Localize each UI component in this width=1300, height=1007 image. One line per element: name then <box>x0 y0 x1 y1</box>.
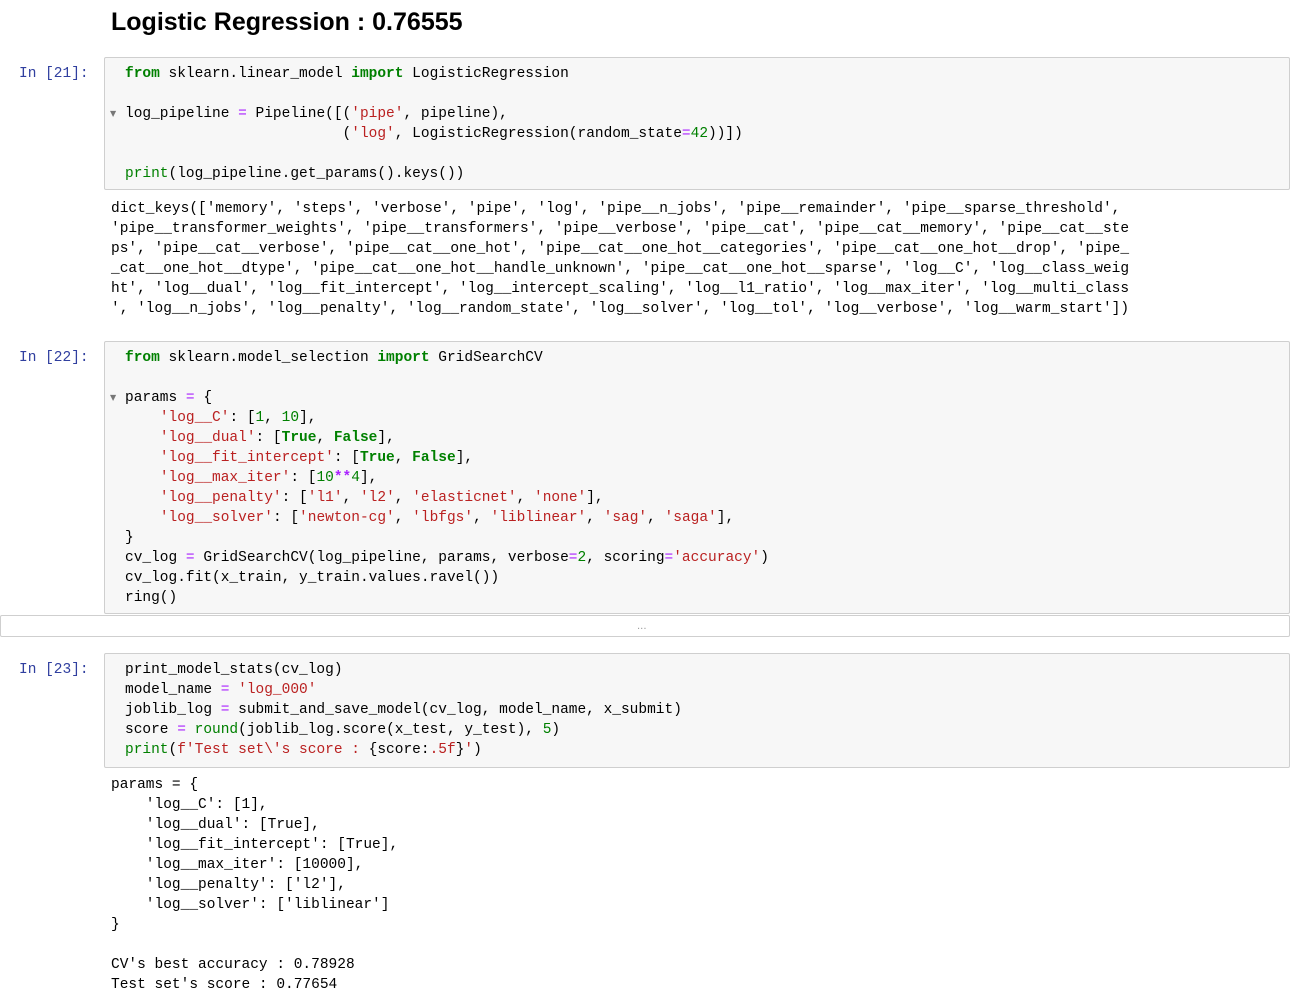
code-line: joblib_log = submit_and_save_model(cv_lo… <box>125 702 682 718</box>
code-line: ​ <box>125 84 1283 104</box>
code-line: print(f'Test set\'s score : {score:.5f}'… <box>125 742 482 758</box>
cell-output-23: params = { 'log__C': [1], 'log__dual': [… <box>111 775 1281 995</box>
output-line: 'log__dual': [True], <box>111 817 320 833</box>
code-line: cv_log = GridSearchCV(log_pipeline, para… <box>125 550 769 566</box>
code-line: 'log__C': [1, 10], <box>159 410 317 426</box>
output-line: params = { <box>111 777 199 793</box>
code-cell-23[interactable]: print_model_stats(cv_log) model_name = 'l… <box>104 653 1290 768</box>
code-line: 'log__max_iter': [10**4], <box>159 470 378 486</box>
code-line: 'log__penalty': ['l1', 'l2', 'elasticnet… <box>159 490 604 506</box>
output-line: CV's best accuracy : 0.78928 <box>111 957 355 973</box>
output-line: 'pipe__transformer_weights', 'pipe__tran… <box>111 221 1130 237</box>
code-line: print(log_pipeline.get_params().keys()) <box>125 166 465 182</box>
output-line: 'log__C': [1], <box>111 797 268 813</box>
output-line: ​ <box>111 935 1281 955</box>
code-cell-21[interactable]: ▼ from sklearn.linear_model import Logis… <box>104 57 1290 190</box>
collapsed-output-ellipsis[interactable]: ... <box>637 616 647 638</box>
code-line: ring() <box>125 590 178 606</box>
code-line: 'log__dual': [True, False], <box>159 430 395 446</box>
code-line: score = round(joblib_log.score(x_test, y… <box>125 722 561 738</box>
cell-prompt-21: In [21]: <box>19 66 89 82</box>
cell-prompt-22: In [22]: <box>19 350 89 366</box>
code-line: print_model_stats(cv_log) <box>125 662 343 678</box>
output-line: ', 'log__n_jobs', 'log__penalty', 'log__… <box>111 301 1130 317</box>
output-line: Test set's score : 0.77654 <box>111 977 338 993</box>
output-line: 'log__solver': ['liblinear'] <box>111 897 390 913</box>
output-line: 'log__max_iter': [10000], <box>111 857 364 873</box>
output-line: 'log__penalty': ['l2'], <box>111 877 346 893</box>
code-line: 'log__fit_intercept': [True, False], <box>159 450 474 466</box>
code-line: ​ <box>125 144 1283 164</box>
cell-output-21: dict_keys(['memory', 'steps', 'verbose',… <box>111 199 1281 319</box>
code-cell-22[interactable]: ▼ from sklearn.model_selection import Gr… <box>104 341 1290 614</box>
code-line: ​ <box>125 368 1283 388</box>
cell-prompt-23: In [23]: <box>19 662 89 678</box>
fold-arrow-icon[interactable]: ▼ <box>110 104 116 124</box>
code-line: params = { <box>125 390 213 406</box>
code-line: log_pipeline = Pipeline([('pipe', pipeli… <box>125 106 508 122</box>
code-line: model_name = 'log_000' <box>125 682 317 698</box>
code-editor[interactable]: from sklearn.model_selection import Grid… <box>125 348 1283 608</box>
output-line: _cat__one_hot__dtype', 'pipe__cat__one_h… <box>111 261 1130 277</box>
output-line: ht', 'log__dual', 'log__fit_intercept', … <box>111 281 1130 297</box>
code-line: cv_log.fit(x_train, y_train.values.ravel… <box>125 570 500 586</box>
output-line: 'log__fit_intercept': [True], <box>111 837 399 853</box>
code-line: from sklearn.linear_model import Logisti… <box>125 66 569 82</box>
section-heading: Logistic Regression : 0.76555 <box>111 8 463 36</box>
output-line: } <box>111 917 120 933</box>
output-line: dict_keys(['memory', 'steps', 'verbose',… <box>111 201 1121 217</box>
code-line: ('log', LogisticRegression(random_state=… <box>125 126 743 142</box>
fold-arrow-icon[interactable]: ▼ <box>110 388 116 408</box>
code-editor[interactable]: print_model_stats(cv_log) model_name = 'l… <box>125 660 1283 760</box>
code-line: from sklearn.model_selection import Grid… <box>125 350 543 366</box>
code-line: 'log__solver': ['newton-cg', 'lbfgs', 'l… <box>159 510 735 526</box>
output-line: ps', 'pipe__cat__verbose', 'pipe__cat__o… <box>111 241 1130 257</box>
collapsed-output[interactable]: ... <box>0 615 1290 637</box>
code-editor[interactable]: from sklearn.linear_model import Logisti… <box>125 64 1283 184</box>
code-line: } <box>125 530 134 546</box>
